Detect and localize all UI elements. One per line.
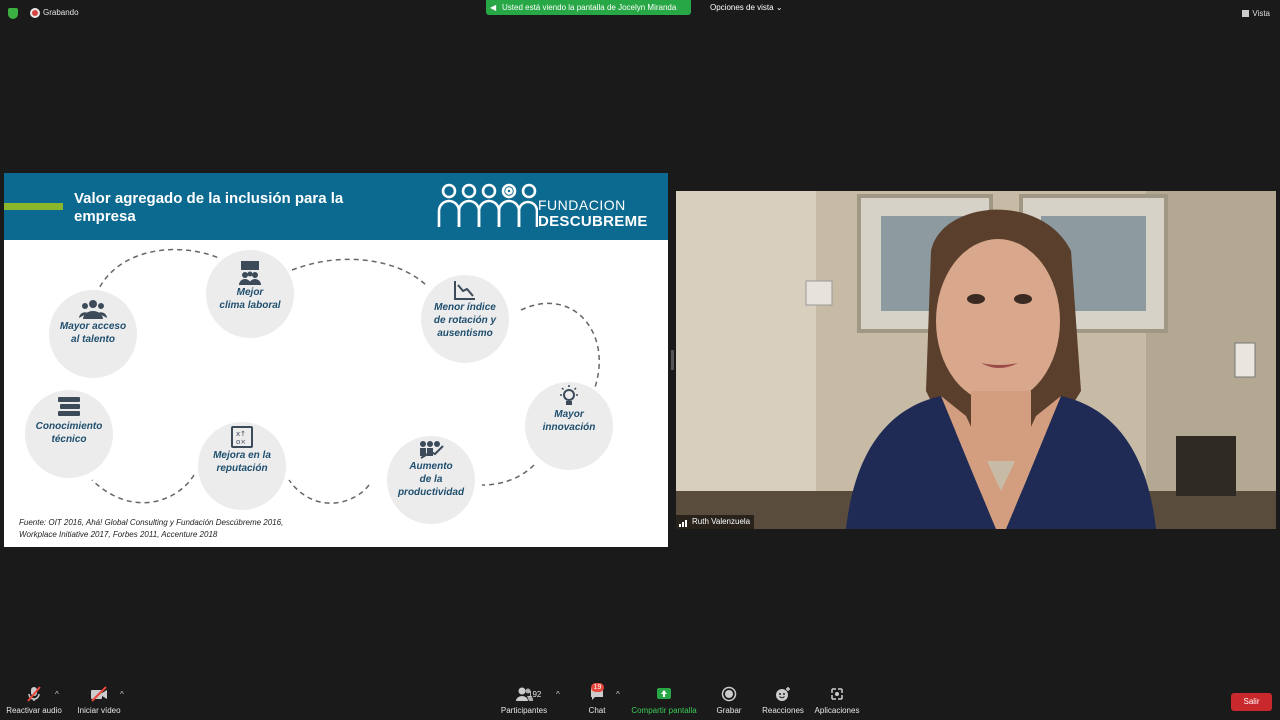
- participants-options-caret[interactable]: ^: [556, 690, 560, 699]
- svg-text:o×: o×: [236, 438, 246, 446]
- chevron-down-icon: ⌄: [775, 3, 783, 12]
- slide-title: Valor agregado de la inclusión para la e…: [74, 190, 344, 225]
- declining-chart-icon: [454, 281, 475, 300]
- microphone-muted-icon: [27, 686, 41, 702]
- shared-screen-slide: Valor agregado de la inclusión para la e…: [4, 173, 668, 547]
- viewing-screen-banner: ◀ Usted está viendo la pantalla de Jocel…: [486, 0, 691, 15]
- signal-strength-icon: [679, 520, 687, 527]
- start-video-label: Iniciar vídeo: [77, 706, 121, 715]
- share-screen-label: Compartir pantalla: [631, 706, 697, 715]
- view-button[interactable]: Vista: [1242, 9, 1270, 18]
- chat-label: Chat: [588, 706, 606, 715]
- recording-label: Grabando: [43, 8, 79, 17]
- fundacion-descubreme-logo: FUNDACION DESCUBREME: [434, 181, 664, 233]
- benefit-reputacion: x↑ o× Mejora en la reputación: [198, 422, 286, 510]
- leave-meeting-button[interactable]: Salir: [1231, 693, 1272, 711]
- benefit-conocimiento: Conocimiento técnico: [25, 390, 113, 478]
- split-view-handle[interactable]: [671, 350, 674, 370]
- apps-label: Aplicaciones: [814, 706, 860, 715]
- record-button[interactable]: Grabar: [714, 686, 744, 715]
- apps-icon: [831, 688, 843, 700]
- benefit-label: Mejora en la reputación: [213, 450, 271, 474]
- reactions-button[interactable]: Reacciones: [761, 686, 805, 715]
- benefit-mayor-innovacion: Mayor innovación: [525, 382, 613, 470]
- recording-icon: [30, 8, 40, 18]
- benefit-label: Aumento de la productividad: [397, 461, 465, 498]
- lightbulb-icon: [560, 385, 578, 405]
- benefit-label: Mayor innovación: [542, 409, 596, 433]
- chat-button[interactable]: 19 Chat: [583, 683, 611, 715]
- benefit-label: Conocimiento técnico: [35, 421, 103, 445]
- team-presentation-icon: [239, 261, 261, 285]
- view-options-label: Opciones de vista: [710, 3, 774, 12]
- video-options-caret[interactable]: ^: [120, 690, 124, 699]
- record-label: Grabar: [716, 706, 742, 715]
- benefit-mejor-clima: Mejor clima laboral: [206, 250, 294, 338]
- start-video-button[interactable]: Iniciar vídeo: [75, 686, 123, 715]
- slide-header: Valor agregado de la inclusión para la e…: [4, 173, 668, 240]
- benefits-diagram: Mejor clima laboral Menor índice de rota…: [4, 240, 668, 547]
- participant-name: Ruth Valenzuela: [692, 517, 751, 526]
- camera-off-icon: [91, 686, 107, 702]
- logo-text-descubreme: DESCUBREME: [538, 213, 648, 230]
- benefit-menor-rotacion: Menor índice de rotación y ausentismo: [421, 275, 509, 363]
- strategy-board-icon: x↑o×: [231, 426, 253, 448]
- viewing-banner-text: Usted está viendo la pantalla de Jocelyn…: [502, 3, 677, 12]
- participants-count: 192: [528, 690, 542, 699]
- participant-video-feed: [676, 191, 1276, 529]
- accent-bar: [4, 203, 63, 210]
- participant-name-tag: Ruth Valenzuela: [676, 515, 755, 529]
- view-layout-icon: [1242, 10, 1250, 17]
- benefit-mayor-acceso: Mayor acceso al talento: [49, 290, 137, 378]
- share-screen-button[interactable]: Compartir pantalla: [630, 686, 698, 715]
- meeting-top-bar: Grabando ◀ Usted está viendo la pantalla…: [0, 0, 1280, 26]
- logo-text-fundacion: FUNDACION: [538, 197, 626, 213]
- speaker-icon: ◀: [490, 3, 497, 12]
- benefit-label: Mejor clima laboral: [219, 287, 281, 311]
- reactions-label: Reacciones: [762, 706, 804, 715]
- participant-video-tile[interactable]: Ruth Valenzuela: [676, 191, 1276, 529]
- benefit-label: Menor índice de rotación y ausentismo: [433, 302, 497, 339]
- people-group-icon: [79, 300, 107, 319]
- view-options-dropdown[interactable]: Opciones de vista ⌄: [710, 3, 783, 12]
- record-icon: [721, 686, 737, 702]
- slide-source-note: Fuente: OIT 2016, Ahá! Global Consulting…: [19, 518, 284, 539]
- benefit-productividad: Aumento de la productividad: [387, 436, 475, 524]
- participants-button[interactable]: 192 Participantes: [498, 686, 550, 715]
- chat-options-caret[interactable]: ^: [616, 690, 620, 699]
- unmute-audio-label: Reactivar audio: [6, 706, 62, 715]
- benefit-label: Mayor acceso al talento: [59, 321, 127, 345]
- participants-label: Participantes: [500, 706, 548, 715]
- audio-options-caret[interactable]: ^: [55, 690, 59, 699]
- people-logo-icon: [437, 183, 539, 227]
- meeting-toolbar: Reactivar audio ^ Iniciar vídeo ^ 192 Pa…: [0, 683, 1280, 720]
- security-shield-icon[interactable]: [8, 8, 18, 19]
- view-button-label: Vista: [1252, 9, 1270, 18]
- growth-team-icon: [420, 441, 444, 459]
- books-icon: [58, 397, 80, 416]
- chat-unread-badge: 19: [591, 683, 604, 692]
- apps-button[interactable]: Aplicaciones: [813, 686, 861, 715]
- smiley-plus-icon: [776, 687, 790, 701]
- share-screen-icon: [657, 688, 671, 699]
- svg-text:x↑: x↑: [236, 430, 246, 438]
